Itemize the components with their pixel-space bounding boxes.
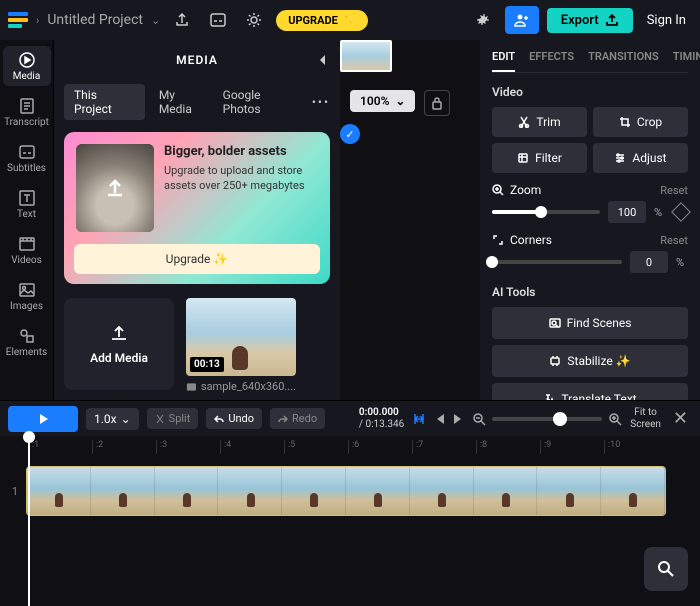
clip-duration: 00:13 xyxy=(190,357,224,372)
tab-my-media[interactable]: My Media xyxy=(159,88,209,116)
find-scenes-button[interactable]: Find Scenes xyxy=(492,307,688,339)
preview-thumbnail[interactable] xyxy=(340,40,392,72)
tab-google-photos[interactable]: Google Photos xyxy=(223,88,298,116)
zoom-out-icon[interactable] xyxy=(472,412,486,426)
promo-upgrade-button[interactable]: Upgrade ✨ xyxy=(74,244,320,274)
tab-edit[interactable]: EDIT xyxy=(492,50,515,72)
corners-icon xyxy=(492,234,504,246)
upgrade-promo: Bigger, bolder assets Upgrade to upload … xyxy=(64,132,330,284)
stabilize-button[interactable]: Stabilize ✨ xyxy=(492,345,688,377)
app-logo[interactable] xyxy=(8,10,28,30)
collapse-icon[interactable] xyxy=(316,53,330,67)
export-button[interactable]: Export xyxy=(547,8,633,33)
zoom-selector[interactable]: 100%⌄ xyxy=(350,90,415,112)
timeline-tracks[interactable]: 1 xyxy=(0,458,700,603)
upload-icon xyxy=(102,175,128,201)
play-button[interactable] xyxy=(8,406,78,432)
zoom-in-icon[interactable] xyxy=(608,412,622,426)
tab-timing[interactable]: TIMING xyxy=(673,50,700,64)
rail-videos[interactable]: Videos xyxy=(3,230,51,270)
search-button[interactable] xyxy=(644,547,688,591)
split-button[interactable]: Split xyxy=(147,408,199,429)
rail-elements[interactable]: Elements xyxy=(3,322,51,362)
speed-selector[interactable]: 1.0x⌄ xyxy=(86,408,139,430)
zoom-slider[interactable] xyxy=(492,210,600,214)
crop-button[interactable]: Crop xyxy=(593,107,688,137)
zoom-label: Zoom xyxy=(510,183,541,197)
time-display: 0:00.000/ 0:13.346 xyxy=(359,407,404,431)
close-icon[interactable]: ✕ xyxy=(669,408,692,429)
tab-this-project[interactable]: This Project xyxy=(64,84,145,120)
undo-button[interactable]: Undo xyxy=(206,408,262,429)
corners-value[interactable]: 0 xyxy=(630,251,668,273)
video-clip[interactable] xyxy=(26,466,666,516)
media-panel: MEDIA This Project My Media Google Photo… xyxy=(54,40,340,400)
rail-text[interactable]: Text xyxy=(3,184,51,224)
corners-slider[interactable] xyxy=(492,260,622,264)
project-title[interactable]: Untitled Project xyxy=(47,12,143,28)
translate-button[interactable]: Translate Text xyxy=(492,383,688,400)
record-button[interactable]: ✓ xyxy=(340,124,360,144)
upgrade-button[interactable]: UPGRADE✨ xyxy=(276,10,367,31)
promo-image xyxy=(76,144,154,232)
track-number: 1 xyxy=(8,485,22,498)
time-ruler[interactable]: :1 :2 :3 :4 :5 :6 :7 :8 :9 :10 xyxy=(0,436,700,458)
skip-back-icon[interactable] xyxy=(432,412,446,426)
trim-button[interactable]: Trim xyxy=(492,107,587,137)
tab-effects[interactable]: EFFECTS xyxy=(529,50,574,64)
chevron-right-icon: › xyxy=(36,14,39,27)
signin-link[interactable]: Sign In xyxy=(641,13,692,28)
snap-icon[interactable] xyxy=(412,412,426,426)
promo-subtitle: Upgrade to upload and store assets over … xyxy=(164,163,318,194)
left-rail: Media Transcript Subtitles Text Videos I… xyxy=(0,40,54,400)
timeline-toolbar: 1.0x⌄ Split Undo Redo 0:00.000/ 0:13.346… xyxy=(0,400,700,436)
promo-title: Bigger, bolder assets xyxy=(164,144,318,159)
rail-images[interactable]: Images xyxy=(3,276,51,316)
redo-button[interactable]: Redo xyxy=(270,408,325,429)
zoom-icon xyxy=(492,184,504,196)
theme-icon[interactable] xyxy=(240,6,268,34)
project-dropdown-icon[interactable]: ⌄ xyxy=(151,14,160,27)
playhead[interactable] xyxy=(28,436,30,606)
rail-transcript[interactable]: Transcript xyxy=(3,92,51,132)
invite-button[interactable] xyxy=(505,6,539,34)
fit-to-screen[interactable]: Fit toScreen xyxy=(630,407,661,431)
keyframe-icon[interactable] xyxy=(671,202,691,222)
ai-section: AI Tools xyxy=(492,285,688,299)
track-row: 1 xyxy=(8,464,692,518)
panel-title: MEDIA xyxy=(176,53,218,67)
rail-subtitles[interactable]: Subtitles xyxy=(3,138,51,178)
adjust-button[interactable]: Adjust xyxy=(593,143,688,173)
lock-icon[interactable] xyxy=(424,90,450,116)
tab-transitions[interactable]: TRANSITIONS xyxy=(588,50,659,64)
media-clip[interactable]: 00:13 sample_640x360.... xyxy=(186,298,296,393)
add-media-button[interactable]: Add Media xyxy=(64,298,174,390)
video-section: Video xyxy=(492,85,688,99)
edit-panel: EDIT EFFECTS TRANSITIONS TIMING Video Tr… xyxy=(480,40,700,400)
subtitle-icon[interactable] xyxy=(204,6,232,34)
preview-area: 100%⌄ ✓ xyxy=(340,40,480,400)
corners-reset[interactable]: Reset xyxy=(660,234,688,247)
timeline-zoom-slider[interactable] xyxy=(492,417,602,421)
filter-button[interactable]: Filter xyxy=(492,143,587,173)
tabs-more-icon[interactable]: ••• xyxy=(312,95,330,109)
rail-media[interactable]: Media xyxy=(3,46,51,86)
corners-label: Corners xyxy=(510,233,552,247)
share-icon[interactable] xyxy=(168,6,196,34)
zoom-value[interactable]: 100 xyxy=(608,201,646,223)
settings-icon[interactable] xyxy=(469,6,497,34)
chevron-down-icon: ⌄ xyxy=(395,94,405,108)
clip-name: sample_640x360.... xyxy=(201,380,296,393)
zoom-reset[interactable]: Reset xyxy=(660,184,688,197)
skip-fwd-icon[interactable] xyxy=(452,412,466,426)
